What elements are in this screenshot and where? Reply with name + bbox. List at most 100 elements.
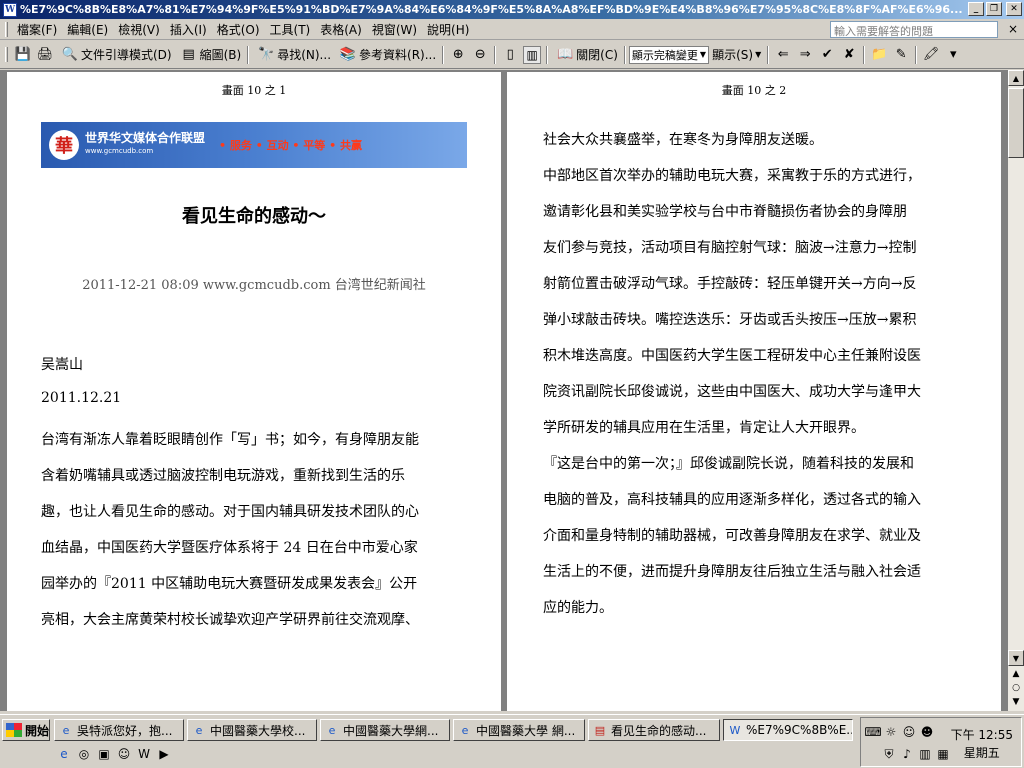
keyboard-icon[interactable]: ⌨ [864,724,881,740]
text-line: 邀请彰化县和美实验学校与台中市脊髓损伤者协会的身障朋 [543,204,907,220]
taskbar-item[interactable]: e 吳特派您好，抱... [54,719,184,741]
text-line: 友们参与竞技，活动项目有脑控射气球：脑波→注意力→控制 [543,240,917,256]
player-icon[interactable]: ▶ [156,746,172,762]
toolbar-separator [442,45,445,64]
previous-page-icon[interactable]: ▲ [1008,668,1024,680]
toolbar-grip[interactable] [5,47,8,62]
system-tray: ⌨ ☼ ☺ ☻ ⛨ ♪ ▥ ▦ 下午 12:55 星期五 [860,717,1022,767]
menu-window[interactable]: 視窗(W) [367,21,422,38]
taskbar-item[interactable]: e 中國醫藥大學校... [187,719,317,741]
next-page-icon[interactable]: ▼ [1008,696,1024,708]
toolbar-separator [863,45,866,64]
two-pages-icon[interactable]: ▥ [523,45,542,64]
markup-select[interactable]: 顯示完稿變更 ▼ [628,45,710,64]
close-reading-label: 關閉(C) [576,48,618,62]
help-search-input[interactable]: 輸入需要解答的問題 [830,21,998,38]
reject-change-icon[interactable]: ✘ [840,46,858,64]
scroll-down-button[interactable]: ▼ [1008,650,1024,666]
find-label: 尋找(N)... [277,48,332,62]
find-button[interactable]: 🔭 尋找(N)... [252,46,334,64]
text-line: 院资讯副院长邱俊诚说，这些由中国医大、成功大学与逢甲大 [543,384,921,400]
binoculars-icon: 🔭 [258,47,275,62]
folder-icon[interactable]: 📁 [870,46,888,64]
highlight-icon[interactable]: 🖍 [922,46,940,64]
save-icon[interactable]: 💾 [14,46,32,64]
messenger-icon[interactable]: ☺ [901,724,917,740]
next-change-icon[interactable]: ⇒ [796,46,814,64]
research-button[interactable]: 📚 參考資料(R)... [334,46,439,64]
minimize-button[interactable]: _ [968,2,984,16]
menu-grip[interactable] [5,21,8,37]
messenger-icon[interactable]: ☺ [116,746,132,762]
word-icon[interactable]: W [136,746,152,762]
text-line: 电脑的普及，高科技辅具的应用逐渐多样化，透过各式的输入 [543,492,921,508]
taskbar-item[interactable]: e 中國醫藥大學 網... [453,719,585,741]
toolbar-separator [546,45,549,64]
print-icon[interactable]: 🖨 [36,46,54,64]
menu-view[interactable]: 檢視(V) [113,21,165,38]
page-1[interactable]: 畫面 10 之 1 華 世界华文媒体合作联盟 www.gcmcudb.com •… [7,72,501,711]
text-line: 趣，也让人看见生命的感动。对于国内辅具研发技术团队的心 [41,504,419,520]
users-icon[interactable]: ☻ [919,724,935,740]
taskbar-item[interactable]: e 中國醫藥大學網... [320,719,450,741]
single-page-icon[interactable]: ▯ [501,46,519,64]
thumbnails-button[interactable]: ▤ 縮圖(B) [175,46,245,64]
thumbnails-label: 縮圖(B) [199,48,242,62]
document-map-button[interactable]: 🔍 文件引導模式(D) [56,46,175,64]
restore-button[interactable]: ❐ [986,2,1002,16]
ie-icon: e [195,723,203,737]
display-icon[interactable]: ▦ [935,746,951,762]
clock[interactable]: 下午 12:55 星期五 [951,726,1013,762]
menu-file[interactable]: 檔案(F) [12,21,62,38]
text-line: 亮相，大会主席黄荣村校长诚挚欢迎产学研界前往交流观摩、 [41,612,419,628]
close-button[interactable]: ✕ [1006,2,1022,16]
taskbar-item-label: 看见生命的感动... [611,723,707,738]
shield-icon[interactable]: ⛨ [881,746,897,762]
start-button[interactable]: 開始 [2,719,50,741]
menu-tools[interactable]: 工具(T) [265,21,316,38]
word-icon: W [729,723,741,737]
menu-table[interactable]: 表格(A) [315,21,367,38]
word-app-icon[interactable]: W [3,2,17,17]
ie-icon[interactable]: e [56,746,72,762]
vertical-scrollbar[interactable]: ▲ ▼ ▲ ○ ▼ [1008,70,1024,711]
window-title: %E7%9C%8B%E8%A7%81%E7%94%9F%E5%91%BD%E7%… [20,3,963,16]
taskbar-item-label: 中國醫藥大學校... [210,723,306,738]
taskbar-item-active[interactable]: W %E7%9C%8B%E... [723,719,853,741]
scroll-up-button[interactable]: ▲ [1008,70,1024,86]
page-2[interactable]: 畫面 10 之 2 社会大众共襄盛举，在寒冬为身障朋友送暖。 中部地区首次举办的… [507,72,1001,711]
menu-edit[interactable]: 編輯(E) [62,21,113,38]
printer-icon[interactable]: ▥ [917,746,933,762]
scrollbar-thumb[interactable] [1008,88,1024,158]
zoom-out-icon[interactable]: ⊖ [471,46,489,64]
toolbar-options-icon[interactable]: ▾ [944,46,962,64]
spelling-icon[interactable]: ✎ [892,46,910,64]
taskbar-item-label: %E7%9C%8B%E... [746,723,853,737]
menu-help[interactable]: 說明(H) [422,21,474,38]
menu-format[interactable]: 格式(O) [212,21,265,38]
previous-change-icon[interactable]: ⇐ [774,46,792,64]
reading-toolbar: 💾 🖨 🔍 文件引導模式(D) ▤ 縮圖(B) 🔭 尋找(N)... 📚 參考資… [0,41,1024,69]
pdf-icon: ▤ [594,723,606,737]
network-icon[interactable]: ☼ [883,724,899,740]
media-icon[interactable]: ▣ [96,746,112,762]
accept-change-icon[interactable]: ✔ [818,46,836,64]
quick-launch: e ◎ ▣ ☺ W ▶ [56,746,172,762]
zoom-in-icon[interactable]: ⊕ [449,46,467,64]
document-area[interactable]: 畫面 10 之 1 華 世界华文媒体合作联盟 www.gcmcudb.com •… [0,70,1008,711]
close-reading-button[interactable]: 📖 關閉(C) [551,46,621,64]
ie-icon: e [62,723,70,737]
taskbar-item[interactable]: ▤ 看见生命的感动... [588,719,720,741]
volume-icon[interactable]: ♪ [899,746,915,762]
menu-bar: 檔案(F) 編輯(E) 檢視(V) 插入(I) 格式(O) 工具(T) 表格(A… [0,19,1024,40]
windows-logo-icon [6,723,22,737]
ie-icon: e [328,723,336,737]
document-close-icon[interactable]: × [1008,22,1018,36]
show-button[interactable]: 顯示(S) ▼ [709,46,764,63]
browse-object-icon[interactable]: ○ [1008,682,1024,694]
outlook-icon[interactable]: ◎ [76,746,92,762]
start-label: 開始 [25,723,50,738]
taskbar-item-label: 中國醫藥大學網... [343,723,439,738]
title-bar[interactable]: W %E7%9C%8B%E8%A7%81%E7%94%9F%E5%91%BD%E… [0,0,1024,19]
menu-insert[interactable]: 插入(I) [165,21,212,38]
